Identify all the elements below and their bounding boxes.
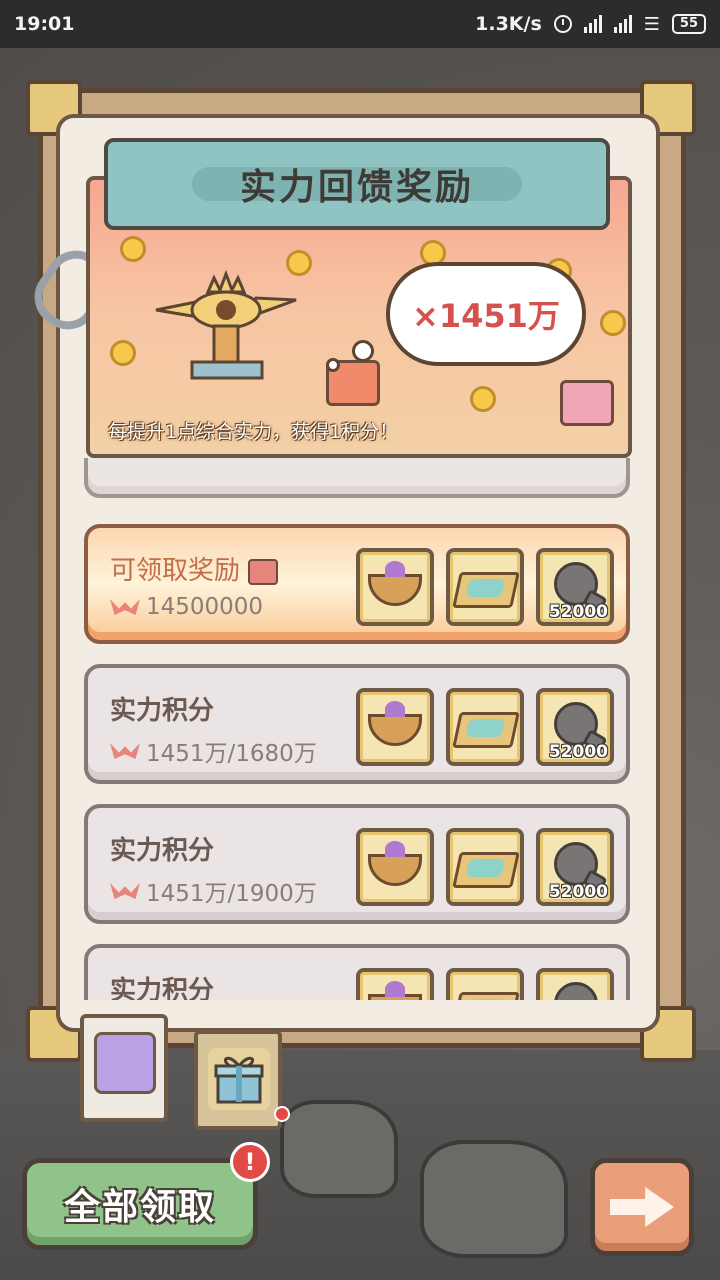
food-bowl-icon bbox=[368, 981, 422, 1000]
thought-cloud: ×1451万 bbox=[386, 262, 586, 366]
food-bowl-icon bbox=[368, 841, 422, 886]
item-quantity: 52000 bbox=[548, 742, 608, 762]
thought-dot bbox=[326, 358, 340, 372]
status-icons: 1.3K/s ☰ 55 bbox=[475, 13, 706, 35]
item-quantity: 52000 bbox=[548, 882, 608, 902]
thought-dot bbox=[352, 340, 374, 362]
reward-row bbox=[84, 458, 630, 498]
row-value: 14500000 bbox=[110, 594, 263, 620]
gift-box-icon bbox=[208, 1048, 270, 1110]
row-value: 1451万/1680万 bbox=[110, 734, 317, 768]
bat-icon bbox=[110, 881, 140, 901]
battery-icon: 55 bbox=[671, 14, 706, 34]
tab-gift[interactable] bbox=[194, 1030, 282, 1130]
reward-row[interactable]: 实力积分 bbox=[84, 944, 630, 1000]
coin-icon bbox=[600, 310, 626, 336]
reward-slot[interactable] bbox=[356, 968, 434, 1000]
status-bar: 19:01 1.3K/s ☰ 55 bbox=[0, 0, 720, 48]
coin-icon bbox=[110, 340, 136, 366]
reward-slot[interactable]: 52000 bbox=[536, 688, 614, 766]
treasure-crate-icon bbox=[452, 572, 520, 608]
gift-icon bbox=[560, 380, 614, 426]
signal-icon bbox=[583, 15, 602, 33]
rock-decoration bbox=[420, 1140, 568, 1258]
tab-snail[interactable] bbox=[80, 1014, 168, 1122]
shadow-blob-icon bbox=[554, 842, 598, 886]
row-title: 实力积分 bbox=[110, 696, 215, 726]
food-bowl-icon bbox=[368, 561, 422, 606]
row-value: 1451万/1900万 bbox=[110, 874, 317, 908]
eye-statue-icon bbox=[155, 270, 297, 380]
reward-slot[interactable]: 52000 bbox=[536, 828, 614, 906]
reward-slot[interactable] bbox=[536, 968, 614, 1000]
reward-slot[interactable] bbox=[446, 688, 524, 766]
next-button[interactable] bbox=[590, 1158, 694, 1256]
shadow-blob-icon bbox=[554, 982, 598, 1000]
coin-icon bbox=[470, 386, 496, 412]
alarm-clock-icon bbox=[553, 15, 572, 33]
row-title: 实力积分 bbox=[110, 976, 215, 1000]
coin-icon bbox=[120, 236, 146, 262]
gift-icon bbox=[248, 558, 279, 585]
reward-slot[interactable] bbox=[446, 548, 524, 626]
item-quantity: 52000 bbox=[548, 602, 608, 622]
row-title: 实力积分 bbox=[110, 836, 215, 866]
shadow-blob-icon bbox=[554, 702, 598, 746]
shadow-blob-icon bbox=[554, 562, 598, 606]
claim-all-button[interactable]: 全部领取 bbox=[22, 1158, 258, 1250]
snail-icon bbox=[94, 1032, 156, 1094]
reward-list[interactable]: 可领取奖励 14500000 52000 实力积分 1451万/1680万 52… bbox=[60, 458, 656, 1000]
treasure-crate-icon bbox=[452, 712, 520, 748]
wifi-icon: ☰ bbox=[643, 13, 660, 35]
alert-badge: ! bbox=[230, 1142, 270, 1182]
title-plate: 实力回馈奖励 bbox=[104, 138, 610, 230]
reward-row[interactable]: 实力积分 1451万/1680万 52000 bbox=[84, 664, 630, 784]
bat-icon bbox=[110, 597, 140, 617]
multiplier-text: ×1451万 bbox=[412, 297, 560, 335]
reward-row-claimable[interactable]: 可领取奖励 14500000 52000 bbox=[84, 524, 630, 644]
reward-slot[interactable] bbox=[446, 828, 524, 906]
arrow-right-icon bbox=[610, 1187, 674, 1227]
rock-decoration bbox=[280, 1100, 398, 1198]
reward-row[interactable]: 实力积分 1451万/1900万 52000 bbox=[84, 804, 630, 924]
reward-slot[interactable] bbox=[356, 688, 434, 766]
panel-title: 实力回馈奖励 bbox=[192, 167, 522, 208]
reward-slot[interactable] bbox=[356, 828, 434, 906]
reward-slot[interactable] bbox=[446, 968, 524, 1000]
notification-dot bbox=[274, 1106, 290, 1122]
bat-icon bbox=[110, 741, 140, 761]
treasure-crate-icon bbox=[452, 852, 520, 888]
reward-slot[interactable]: 52000 bbox=[536, 548, 614, 626]
treasure-crate-icon bbox=[452, 992, 520, 1000]
banner-caption: 每提升1点综合实力，获得1积分！ bbox=[108, 421, 399, 443]
status-time: 19:01 bbox=[14, 13, 75, 35]
food-bowl-icon bbox=[368, 701, 422, 746]
row-title: 可领取奖励 bbox=[110, 550, 279, 587]
signal-icon bbox=[613, 15, 632, 33]
network-speed: 1.3K/s bbox=[475, 13, 542, 35]
reward-slot[interactable] bbox=[356, 548, 434, 626]
